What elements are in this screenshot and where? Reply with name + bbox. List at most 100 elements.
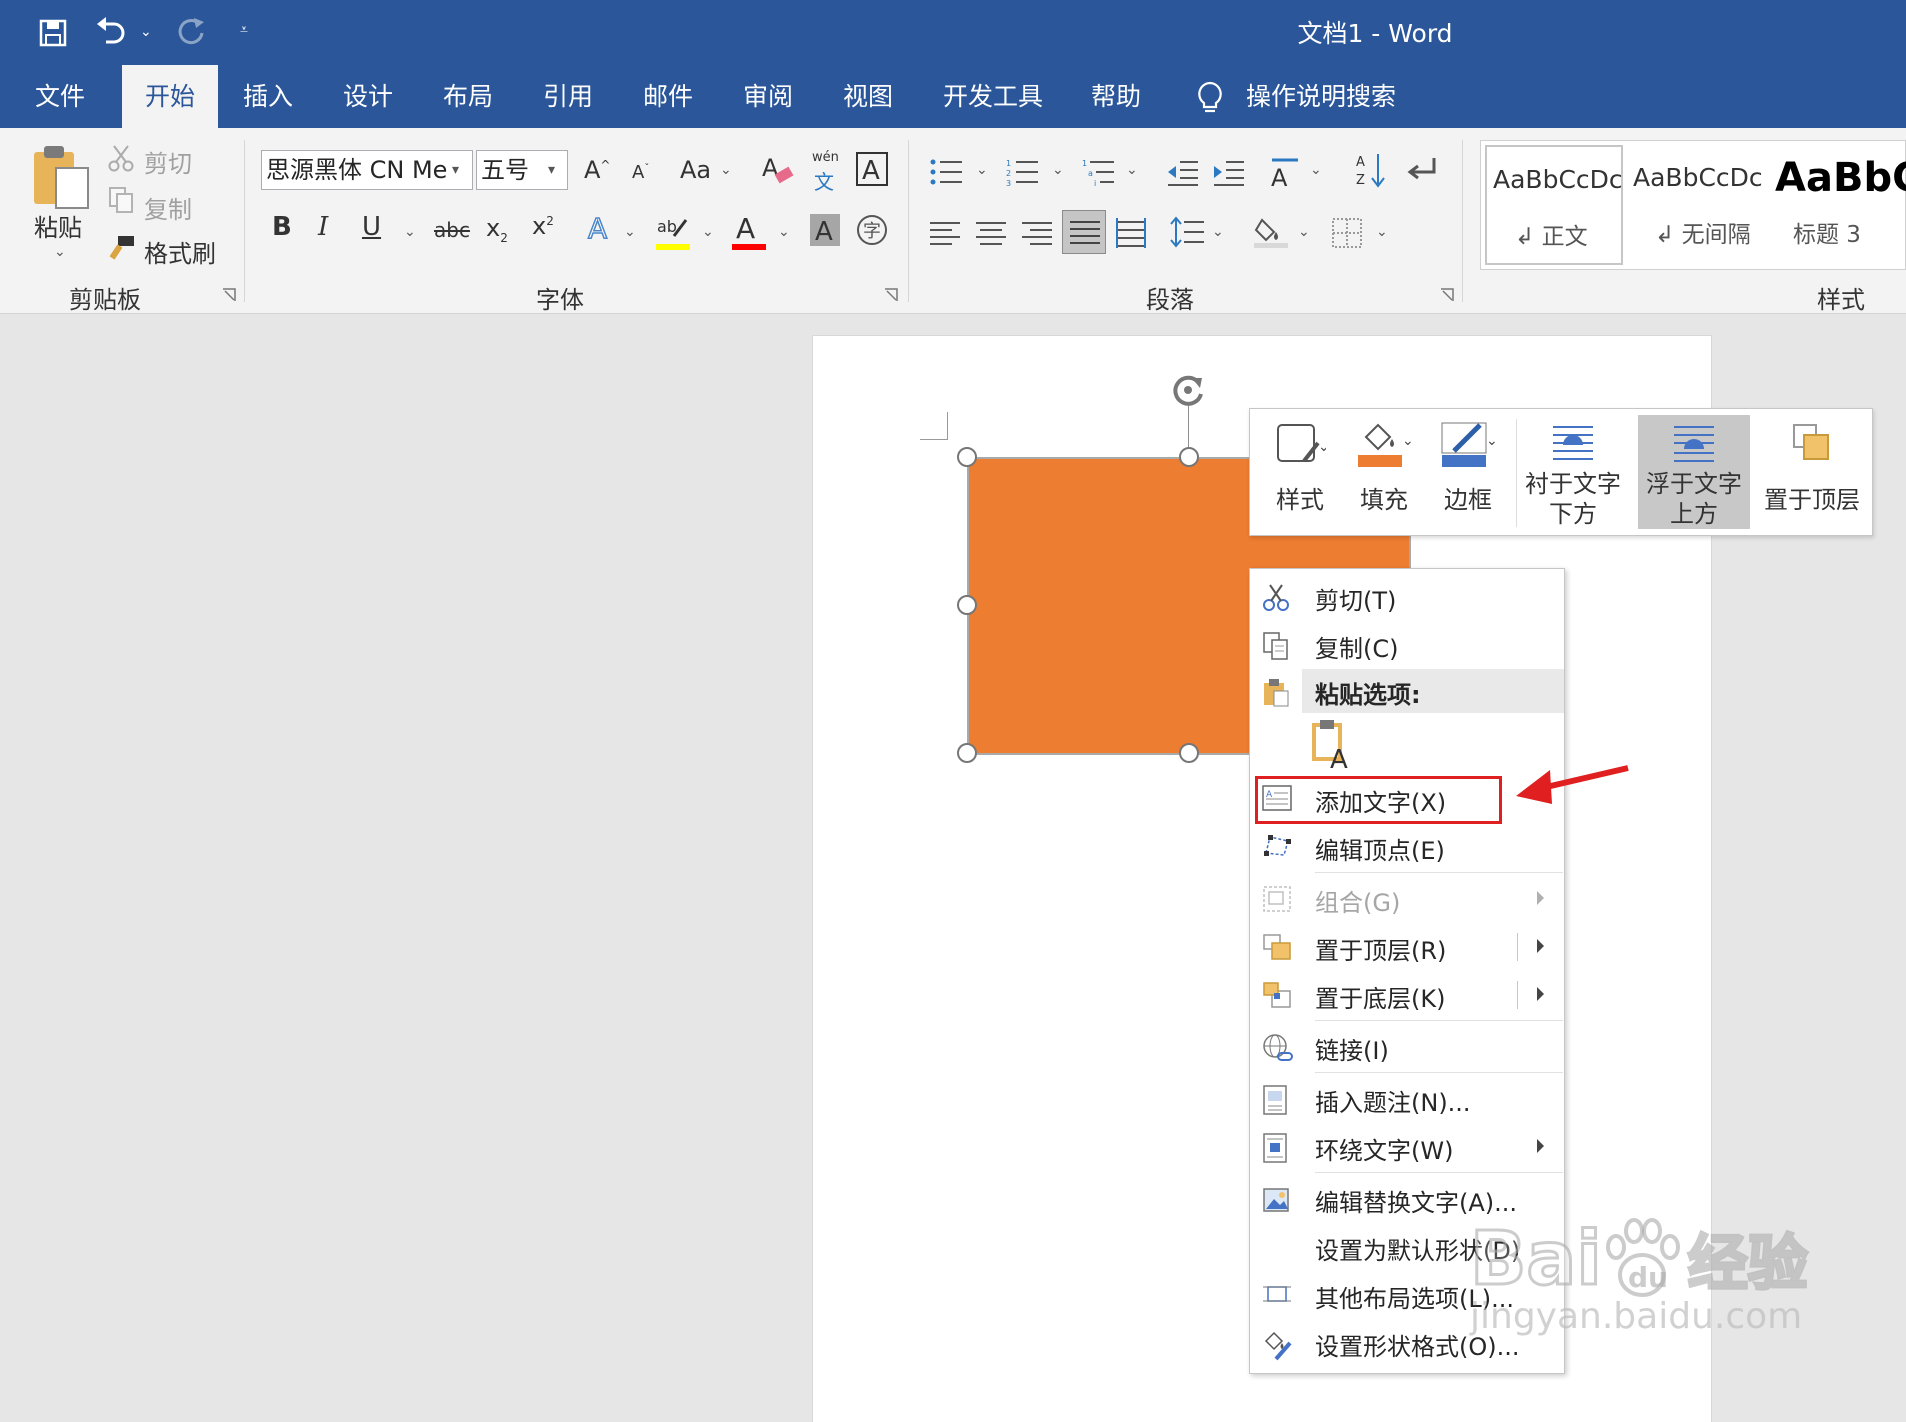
phonetic-guide-top[interactable]: wén (812, 150, 839, 165)
line-spacing-icon[interactable] (1170, 216, 1204, 248)
align-left-icon[interactable] (930, 220, 960, 246)
style-heading-3[interactable]: AaBbC 标题 3 (1769, 145, 1906, 265)
menu-item-copy[interactable]: 复制(C) (1250, 623, 1564, 667)
bold-icon[interactable]: B (272, 212, 292, 242)
paste-icon[interactable] (32, 144, 90, 210)
bullets-dropdown-icon[interactable]: ⌄ (976, 162, 988, 178)
bullets-icon[interactable] (930, 158, 962, 186)
multilevel-dropdown-icon[interactable]: ⌄ (1126, 162, 1138, 178)
font-color-icon[interactable]: A (732, 212, 766, 252)
menu-item-cut[interactable]: 剪切(T) (1250, 575, 1564, 619)
highlight-color-icon[interactable]: ab (656, 214, 690, 252)
menu-item-wrap-text[interactable]: 环绕文字(W) (1250, 1125, 1564, 1169)
borders-dropdown-icon[interactable]: ⌄ (1376, 224, 1388, 240)
paragraph-launcher-icon[interactable] (1440, 288, 1454, 302)
sort-icon[interactable]: AZ (1356, 152, 1386, 188)
font-name-dropdown-icon[interactable]: ▾ (452, 162, 459, 178)
show-marks-icon[interactable] (1406, 156, 1438, 186)
font-name-box[interactable]: 思源黑体 CN Me (261, 150, 473, 190)
font-size-dropdown-icon[interactable]: ▾ (548, 162, 555, 178)
numbering-dropdown-icon[interactable]: ⌄ (1052, 162, 1064, 178)
copy-label[interactable]: 复制 (144, 190, 192, 225)
underline-icon[interactable]: U (362, 212, 381, 242)
copy-icon[interactable] (108, 186, 134, 214)
highlight-dropdown-icon[interactable]: ⌄ (702, 224, 714, 240)
text-effects-dropdown-icon[interactable]: ⌄ (624, 224, 636, 240)
strikethrough-icon[interactable]: abc (434, 218, 470, 242)
undo-dropdown-icon[interactable]: ⌄ (140, 24, 152, 40)
paste-keep-text-only-button[interactable]: A (1310, 719, 1358, 769)
shape-style-button[interactable]: ⌄ 样式 (1260, 415, 1340, 529)
borders-icon[interactable] (1332, 218, 1362, 248)
tab-file[interactable]: 文件 (20, 65, 100, 128)
character-border-icon[interactable]: A (856, 152, 888, 186)
rotate-handle-icon[interactable] (1168, 370, 1208, 410)
customize-toolbar-icon[interactable]: ⩡ (240, 22, 248, 38)
phonetic-guide-bottom[interactable]: 文 (814, 166, 834, 195)
enclose-characters-icon[interactable]: 字 (856, 214, 888, 246)
align-center-icon[interactable] (976, 220, 1006, 246)
in-front-of-text-button[interactable]: 浮于文字 上方 (1638, 415, 1750, 529)
menu-item-send-to-back[interactable]: 置于底层(K) (1250, 973, 1564, 1017)
format-painter-icon[interactable] (108, 234, 136, 260)
submenu-arrow-icon[interactable] (1537, 939, 1544, 953)
resize-handle-bottom-left[interactable] (957, 743, 977, 763)
change-case-label[interactable]: Aa (680, 156, 711, 184)
tab-developer[interactable]: 开发工具 (935, 65, 1051, 128)
scissors-icon[interactable] (108, 144, 134, 172)
lightbulb-icon[interactable] (1196, 81, 1224, 115)
paste-dropdown-icon[interactable]: ⌄ (54, 244, 66, 260)
resize-handle-top[interactable] (1179, 447, 1199, 467)
menu-item-insert-caption[interactable]: 插入题注(N)... (1250, 1077, 1564, 1121)
subscript-icon[interactable]: x2 (486, 214, 508, 245)
menu-item-group[interactable]: 组合(G) (1250, 877, 1564, 921)
tab-mailings[interactable]: 邮件 (628, 65, 708, 128)
undo-icon[interactable] (94, 16, 128, 48)
tab-insert[interactable]: 插入 (228, 65, 308, 128)
tab-layout[interactable]: 布局 (428, 65, 508, 128)
style-no-spacing[interactable]: AaBbCcDc ↲ 无间隔 (1627, 145, 1765, 265)
bring-to-front-button[interactable]: 置于顶层 (1756, 415, 1868, 529)
chinese-layout-icon[interactable]: A (1268, 154, 1302, 188)
tab-home[interactable]: 开始 (122, 65, 218, 128)
superscript-icon[interactable]: x2 (532, 212, 554, 240)
menu-item-link[interactable]: 链接(I) (1250, 1025, 1564, 1069)
tab-help[interactable]: 帮助 (1076, 65, 1156, 128)
redo-icon[interactable] (176, 16, 208, 48)
line-spacing-dropdown-icon[interactable]: ⌄ (1212, 224, 1224, 240)
justify-button[interactable] (1062, 210, 1106, 254)
character-shading-icon[interactable]: A (810, 214, 840, 246)
shape-fill-button[interactable]: ⌄ 填充 (1344, 415, 1424, 529)
resize-handle-bottom[interactable] (1179, 743, 1199, 763)
menu-item-edit-points[interactable]: 编辑顶点(E) (1250, 825, 1564, 869)
decrease-indent-icon[interactable] (1166, 158, 1198, 186)
behind-text-button[interactable]: 衬于文字 下方 (1524, 415, 1622, 529)
grow-font-icon[interactable]: A^ (584, 156, 610, 184)
shrink-font-icon[interactable]: Aˇ (632, 162, 649, 183)
shading-dropdown-icon[interactable]: ⌄ (1298, 224, 1310, 240)
resize-handle-left[interactable] (957, 595, 977, 615)
increase-indent-icon[interactable] (1212, 158, 1244, 186)
italic-icon[interactable]: I (318, 212, 328, 242)
underline-dropdown-icon[interactable]: ⌄ (404, 224, 416, 240)
tell-me-search[interactable]: 操作说明搜索 (1246, 65, 1396, 128)
multilevel-list-icon[interactable]: 1ai (1082, 158, 1114, 186)
cut-label[interactable]: 剪切 (144, 144, 192, 179)
tab-design[interactable]: 设计 (328, 65, 408, 128)
shading-icon[interactable] (1254, 216, 1288, 248)
align-right-icon[interactable] (1022, 220, 1052, 246)
tab-review[interactable]: 审阅 (728, 65, 808, 128)
distributed-icon[interactable] (1116, 218, 1146, 248)
menu-item-bring-to-front[interactable]: 置于顶层(R) (1250, 925, 1564, 969)
format-painter-label[interactable]: 格式刷 (144, 234, 216, 269)
clear-formatting-icon[interactable]: A (760, 152, 794, 186)
change-case-dropdown-icon[interactable]: ⌄ (720, 162, 732, 178)
numbering-icon[interactable]: 123 (1006, 158, 1038, 186)
font-color-dropdown-icon[interactable]: ⌄ (778, 224, 790, 240)
save-icon[interactable] (38, 18, 68, 48)
shape-outline-button[interactable]: ⌄ 边框 (1428, 415, 1508, 529)
submenu-arrow-icon[interactable] (1537, 987, 1544, 1001)
chinese-layout-dropdown-icon[interactable]: ⌄ (1310, 162, 1322, 178)
paste-label[interactable]: 粘贴 (34, 208, 82, 243)
tab-references[interactable]: 引用 (528, 65, 608, 128)
